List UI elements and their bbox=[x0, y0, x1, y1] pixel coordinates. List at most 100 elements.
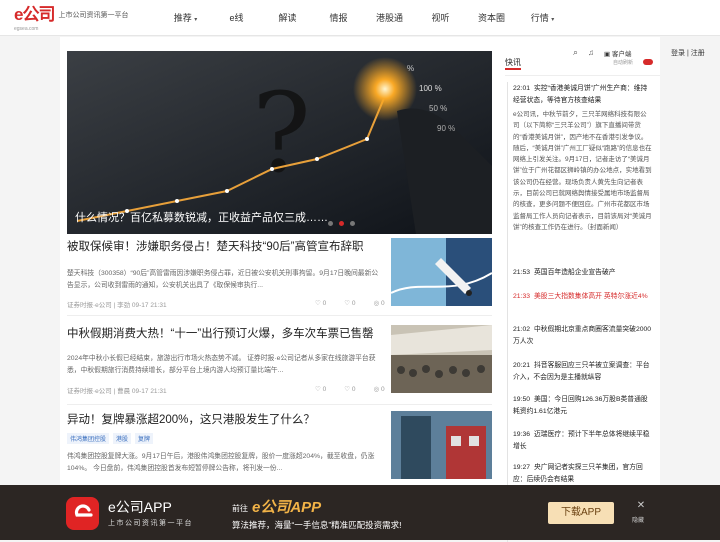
comment-count[interactable]: ♡ 0 bbox=[315, 385, 326, 393]
flash-text: 央广网记者实探三只羊集团，官方回应：后续仍会有结果 bbox=[513, 464, 643, 483]
sidebar-client-link[interactable]: ▣ 客户端 bbox=[604, 48, 631, 58]
article-summary: 2024年中秋小长假已经结束，旅游出行市场火热态势不减。 证券时报·e公司记者从… bbox=[67, 355, 376, 374]
flash-text: 美国：今日回购126.36万股B类普通股 耗资约1.61亿港元 bbox=[513, 396, 648, 415]
comment-count[interactable]: ♡ 0 bbox=[315, 299, 326, 307]
hero-overlay-value: % bbox=[407, 64, 414, 73]
nav-item-market[interactable]: 行情 ▾ bbox=[517, 0, 568, 36]
app-name: e公司APP bbox=[108, 499, 172, 515]
flash-item[interactable]: 19:27 央广网记者实探三只羊集团，官方回应：后续仍会有结果 bbox=[513, 462, 653, 485]
nav-item-recommend[interactable]: 推荐 ▾ bbox=[160, 0, 211, 36]
flash-item[interactable]: 20:21 抖音客服回应三只羊被立案调查：平台介入，不会因为是主播就纵容 bbox=[513, 360, 653, 383]
flash-item[interactable]: 21:53 英国百年造船企业宣告破产 bbox=[513, 267, 653, 279]
hero-overlay-value: 50 % bbox=[429, 104, 447, 113]
count: 0 bbox=[381, 300, 385, 307]
logo-mark: e公司 bbox=[14, 5, 55, 24]
article-thumbnail[interactable] bbox=[391, 238, 492, 306]
hero-carousel[interactable]: ? 100 % 50 % 90 % % 什么情况？百亿私募数锐减，正收益产品仅三… bbox=[67, 51, 492, 234]
flash-item-highlight[interactable]: 21:33 美股三大指数集体高开 英特尔涨近4% bbox=[513, 291, 653, 303]
chevron-down-icon: ▾ bbox=[194, 17, 198, 23]
sidebar-tools: ⌕ ♫ ▣ 客户端 bbox=[573, 47, 632, 58]
nav-item-intel[interactable]: 情报 bbox=[313, 0, 364, 36]
sidebar-heading: 快讯 bbox=[505, 58, 521, 67]
flash-text: 中秋假期北京重点商圈客流量突破2000万人次 bbox=[513, 326, 652, 345]
flash-time: 19:36 bbox=[513, 431, 531, 438]
article-summary: 伟鸿集团控股复牌大涨。9月17日午后，港股伟鸿集团控股复牌，股价一度涨超204%… bbox=[67, 453, 375, 472]
article-title[interactable]: 异动！复牌暴涨超200%，这只港股发生了什么？ bbox=[67, 411, 315, 427]
download-app-button[interactable]: 下载APP bbox=[548, 502, 614, 524]
flash-time: 19:50 bbox=[513, 396, 531, 403]
nav-item-capital[interactable]: 资本圈 bbox=[466, 0, 517, 36]
flash-text: 美股三大指数集体高开 英特尔涨近4% bbox=[534, 293, 648, 300]
divider bbox=[505, 75, 660, 76]
count: 0 bbox=[351, 300, 356, 307]
close-icon[interactable]: ✕ bbox=[634, 500, 648, 511]
tag[interactable]: 港股 bbox=[113, 433, 132, 444]
carousel-dot[interactable] bbox=[328, 221, 333, 226]
flash-body: e公司讯，中秋节前夕，三只羊网络科技有限公司（以下简称“三只羊公司”）旗下直播间… bbox=[513, 111, 652, 231]
article-thumbnail[interactable] bbox=[391, 325, 492, 393]
tag[interactable]: 伟鸿集团控股 bbox=[67, 433, 110, 444]
flash-time: 19:27 bbox=[513, 464, 531, 471]
login-register-link[interactable]: 登录 | 注册 bbox=[671, 48, 705, 58]
promo-line: 算法推荐，海量“一手信息”精准匹配投资需求! bbox=[232, 520, 402, 530]
hero-caption[interactable]: 什么情况？百亿私募数锐减，正收益产品仅三成…… bbox=[75, 209, 328, 225]
top-navbar: e公司 上市公司资讯第一平台 egsea.com 推荐 ▾ e线 解读 情报 港… bbox=[0, 0, 720, 36]
hero-image: ? 100 % 50 % 90 % % bbox=[67, 51, 492, 234]
flash-text: 迈瑞医疗：预计下半年总体将继续平稳增长 bbox=[513, 431, 650, 450]
flash-time: 22:01 bbox=[513, 85, 531, 92]
client-label: 客户端 bbox=[612, 50, 632, 58]
carousel-dot-active[interactable] bbox=[339, 221, 344, 226]
article-item[interactable]: 异动！复牌暴涨超200%，这只港股发生了什么？ 伟鸿集团控股 港股 复牌 伟鸿集… bbox=[67, 411, 492, 485]
article-stats: ♡ 0 ♡ 0 ◎ 0 bbox=[315, 299, 385, 307]
bell-icon[interactable]: ♫ bbox=[588, 48, 594, 57]
nav-item-analysis[interactable]: 解读 bbox=[262, 0, 313, 36]
nav-label: 推荐 bbox=[173, 13, 192, 23]
tag[interactable]: 复牌 bbox=[135, 433, 154, 444]
hero-overlay-value: 100 % bbox=[419, 84, 442, 93]
main-nav: 推荐 ▾ e线 解读 情报 港股通 视听 资本圈 行情 ▾ bbox=[160, 0, 568, 36]
logo-domain: egsea.com bbox=[14, 26, 39, 32]
article-thumbnail[interactable] bbox=[391, 411, 492, 479]
promo-app-name: e公司APP bbox=[252, 499, 322, 516]
count: 0 bbox=[322, 386, 327, 393]
flash-item[interactable]: 19:50 美国：今日回购126.36万股B类普通股 耗资约1.61亿港元 bbox=[513, 394, 653, 417]
news-flash-sidebar: 快讯 ⌕ ♫ ▣ 客户端 自动刷新 22:01 实控“香港美诚月饼”广州生产商：维… bbox=[505, 37, 660, 542]
flash-item[interactable]: 19:36 迈瑞医疗：预计下半年总体将继续平稳增长 bbox=[513, 429, 653, 452]
promo-prefix: 前往 bbox=[232, 504, 248, 513]
flash-time: 21:33 bbox=[513, 293, 531, 300]
site-logo[interactable]: e公司 上市公司资讯第一平台 egsea.com bbox=[14, 5, 128, 32]
auto-refresh-toggle[interactable] bbox=[643, 59, 653, 65]
article-title[interactable]: 被取保候审！涉嫌职务侵占！楚天科技“90后”高管宣布辞职 bbox=[67, 238, 363, 254]
article-summary: 楚天科技（300358）“90后”高管雷雨因涉嫌职务侵占罪，近日被公安机关刑事拘… bbox=[67, 270, 379, 289]
article-title[interactable]: 中秋假期消费大热！“十一”出行预订火爆，多车次车票已售罄 bbox=[67, 325, 374, 341]
count: 0 bbox=[322, 300, 327, 307]
hero-overlay-value: 90 % bbox=[437, 124, 455, 133]
hide-banner-label[interactable]: 隐藏 bbox=[632, 515, 644, 524]
flash-time: 21:02 bbox=[513, 326, 531, 333]
app-icon bbox=[66, 497, 99, 530]
like-count[interactable]: ♡ 0 bbox=[344, 385, 355, 393]
article-tags: 伟鸿集团控股 港股 复牌 bbox=[67, 433, 154, 444]
article-meta: 证券时报·e公司 | 李劲 09-17 21:31 bbox=[67, 302, 167, 309]
carousel-dot[interactable] bbox=[350, 221, 355, 226]
svg-text:?: ? bbox=[252, 69, 311, 197]
flash-text: 实控“香港美诚月饼”广州生产商：维持经营状态，等待官方核查结果 bbox=[513, 85, 648, 104]
flash-item[interactable]: 21:02 中秋假期北京重点商圈客流量突破2000万人次 bbox=[513, 324, 653, 347]
app-slogan: 上市公司资讯第一平台 bbox=[108, 519, 193, 527]
flash-item[interactable]: 22:01 实控“香港美诚月饼”广州生产商：维持经营状态，等待官方核查结果 bbox=[513, 83, 653, 106]
auto-refresh-label: 自动刷新 bbox=[613, 60, 634, 66]
like-count[interactable]: ♡ 0 bbox=[344, 299, 355, 307]
article-item[interactable]: 被取保候审！涉嫌职务侵占！楚天科技“90后”高管宣布辞职 楚天科技（300358… bbox=[67, 238, 492, 316]
nav-item-hk-connect[interactable]: 港股通 bbox=[364, 0, 415, 36]
flash-text: 英国百年造船企业宣告破产 bbox=[534, 269, 616, 276]
article-meta: 证券时报·e公司 | 曹晨 09-17 21:31 bbox=[67, 388, 167, 395]
timeline-line bbox=[507, 82, 508, 542]
share-count[interactable]: ◎ 0 bbox=[374, 385, 385, 393]
nav-item-eline[interactable]: e线 bbox=[211, 0, 262, 36]
search-icon[interactable]: ⌕ bbox=[573, 47, 578, 58]
carousel-dots bbox=[328, 221, 355, 226]
share-count[interactable]: ◎ 0 bbox=[374, 299, 385, 307]
article-item[interactable]: 中秋假期消费大热！“十一”出行预订火爆，多车次车票已售罄 2024年中秋小长假已… bbox=[67, 325, 492, 405]
flash-time: 21:53 bbox=[513, 269, 531, 276]
nav-item-video[interactable]: 视听 bbox=[415, 0, 466, 36]
